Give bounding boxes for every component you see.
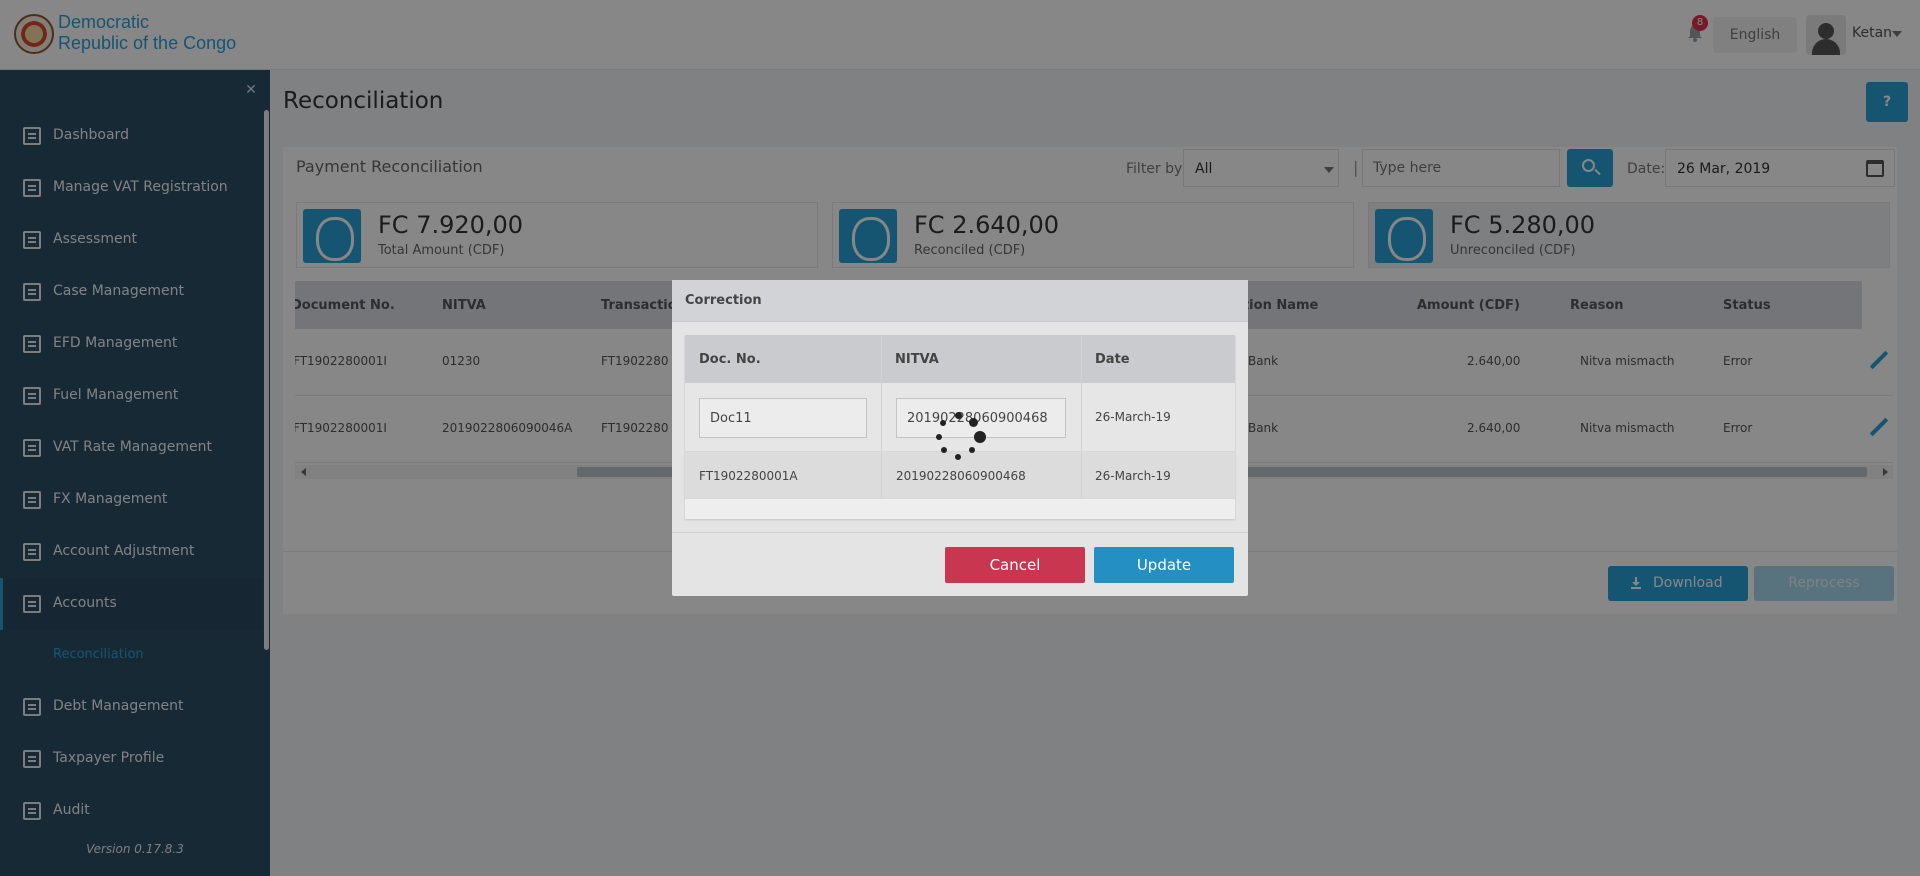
spinner-dot: [940, 420, 946, 426]
spinner-dot: [936, 434, 942, 440]
spinner-dot: [974, 431, 986, 443]
update-button[interactable]: Update: [1094, 547, 1234, 583]
cancel-button[interactable]: Cancel: [945, 547, 1085, 583]
spinner-dot: [969, 418, 978, 427]
column-header-doc-no: Doc. No.: [699, 352, 761, 367]
cell-date: 26-March-19: [1095, 469, 1171, 483]
column-divider: [881, 335, 882, 499]
cell-doc-no: FT1902280001A: [699, 469, 798, 483]
modal-header: Correction: [672, 280, 1248, 322]
cell-nitva: 20190228060900468: [896, 469, 1026, 483]
column-divider: [1081, 335, 1082, 499]
spinner-dot: [955, 454, 961, 460]
doc-no-input[interactable]: [699, 398, 867, 438]
spinner-dot: [969, 447, 975, 453]
modal-title: Correction: [685, 293, 762, 308]
modal-footer-divider: [672, 532, 1248, 533]
cell-date: 26-March-19: [1095, 410, 1171, 424]
spinner-dot: [941, 447, 947, 453]
column-header-nitva: NITVA: [895, 352, 939, 367]
spinner-dot: [955, 412, 962, 419]
loading-spinner-icon: [935, 410, 986, 460]
correction-table-header: Doc. No. NITVA Date: [685, 335, 1235, 383]
column-header-date: Date: [1095, 352, 1130, 367]
